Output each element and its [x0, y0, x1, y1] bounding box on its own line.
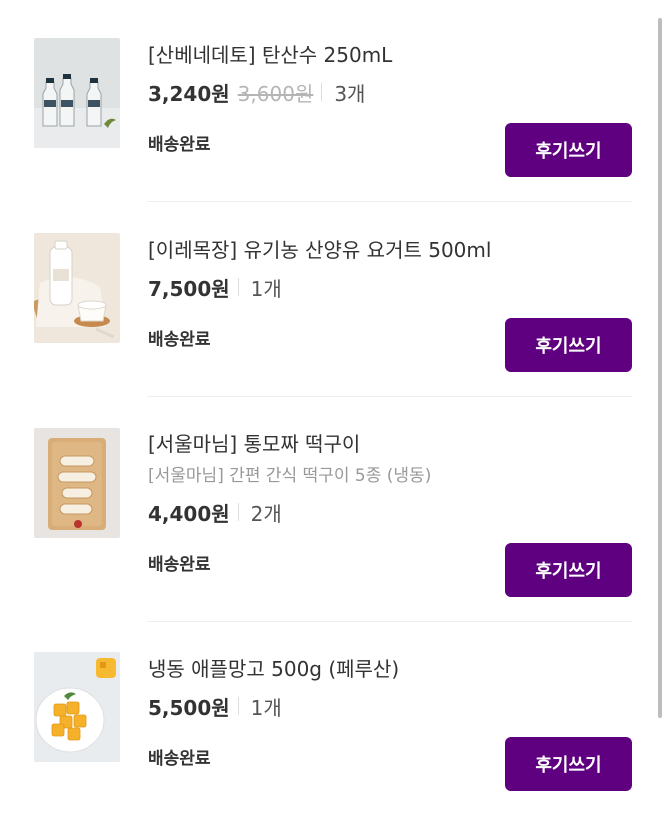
delivery-status: 배송완료: [148, 330, 211, 350]
rice-cake-image-icon: [34, 428, 120, 538]
price-divider: [237, 697, 239, 715]
price-divider: [237, 503, 239, 521]
write-review-button[interactable]: 후기쓰기: [505, 318, 632, 372]
price-row: 3,240원 3,600원 3개: [148, 78, 365, 106]
price-divider: [321, 83, 323, 101]
delivery-status: 배송완료: [148, 749, 211, 769]
item-divider: [147, 396, 632, 397]
write-review-button[interactable]: 후기쓰기: [505, 737, 632, 791]
product-name[interactable]: 냉동 애플망고 500g (페루산): [148, 656, 399, 682]
item-divider: [147, 201, 632, 202]
write-review-button[interactable]: 후기쓰기: [505, 543, 632, 597]
product-name[interactable]: [이레목장] 유기농 산양유 요거트 500ml: [148, 237, 491, 263]
scrollbar[interactable]: [658, 18, 662, 718]
sale-price: 3,240원: [148, 81, 230, 106]
sale-price: 4,400원: [148, 501, 230, 526]
product-image-grilled-rice-cake[interactable]: [34, 428, 120, 538]
item-divider: [147, 621, 632, 622]
quantity: 2개: [250, 501, 282, 526]
quantity: 1개: [250, 695, 282, 720]
delivery-status: 배송완료: [148, 135, 211, 155]
yogurt-image-icon: [34, 233, 120, 343]
delivery-status: 배송완료: [148, 555, 211, 575]
sale-price: 7,500원: [148, 276, 230, 301]
product-image-goat-milk-yogurt[interactable]: [34, 233, 120, 343]
product-option-name: [서울마님] 간편 간식 떡구이 5종 (냉동): [148, 466, 432, 486]
price-row: 7,500원 1개: [148, 273, 282, 301]
bottles-image-icon: [34, 38, 120, 148]
product-image-frozen-apple-mango[interactable]: [34, 652, 120, 762]
product-image-sparkling-water[interactable]: [34, 38, 120, 148]
quantity: 3개: [334, 81, 366, 106]
product-name[interactable]: [산베네데토] 탄산수 250mL: [148, 42, 392, 68]
write-review-button[interactable]: 후기쓰기: [505, 123, 632, 177]
price-divider: [237, 278, 239, 296]
original-price: 3,600원: [237, 81, 314, 106]
order-item-list: [산베네데토] 탄산수 250mL 3,240원 3,600원 3개 배송완료 …: [0, 0, 666, 821]
mango-image-icon: [34, 652, 120, 762]
product-name[interactable]: [서울마님] 통모짜 떡구이: [148, 431, 360, 457]
sale-price: 5,500원: [148, 695, 230, 720]
quantity: 1개: [250, 276, 282, 301]
price-row: 4,400원 2개: [148, 498, 282, 526]
price-row: 5,500원 1개: [148, 692, 282, 720]
